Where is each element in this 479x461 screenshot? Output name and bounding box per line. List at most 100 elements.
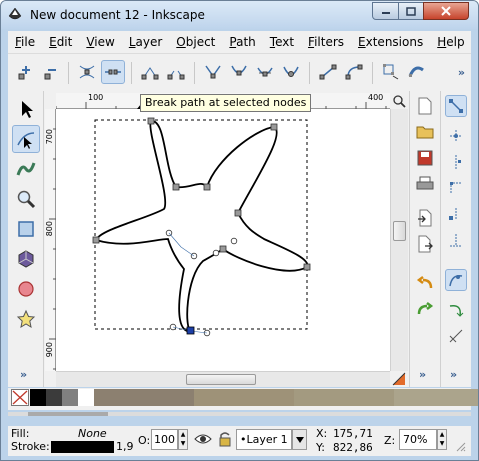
snap-cusp-button[interactable] — [445, 269, 467, 291]
redo-button[interactable] — [414, 299, 436, 321]
stroke-to-path-button[interactable] — [405, 60, 429, 84]
snap-smooth-button[interactable] — [445, 299, 467, 321]
horizontal-scrollbar[interactable] — [56, 371, 390, 387]
vertical-ruler[interactable]: 700 800 900 — [45, 109, 56, 371]
vertical-scroll-thumb[interactable] — [393, 221, 406, 241]
new-document-button[interactable] — [414, 95, 436, 117]
export-button[interactable] — [414, 233, 436, 255]
menu-file[interactable]: File — [8, 35, 42, 49]
color-swatch[interactable] — [294, 389, 394, 406]
maximize-button[interactable] — [398, 2, 424, 20]
undo-button[interactable] — [414, 273, 436, 295]
join-segment-button[interactable] — [138, 60, 162, 84]
title-bar[interactable]: New document 12 - Inkscape — [1, 1, 478, 29]
segment-line-icon — [318, 62, 338, 82]
eye-icon[interactable] — [194, 432, 212, 446]
menu-filters[interactable]: Filters — [301, 35, 351, 49]
segment-curve-button[interactable] — [342, 60, 366, 84]
insert-node-button[interactable] — [12, 60, 36, 84]
color-swatch[interactable] — [394, 389, 479, 406]
menu-layer[interactable]: Layer — [122, 35, 169, 49]
zoom-corner-button[interactable] — [390, 93, 408, 109]
zoom-tool[interactable] — [12, 185, 40, 213]
layer-dropdown-arrow[interactable] — [292, 429, 307, 450]
color-swatch[interactable] — [94, 389, 194, 406]
path-nodes[interactable] — [93, 118, 310, 270]
close-button[interactable] — [423, 2, 469, 20]
palette-scrollbar[interactable] — [8, 406, 471, 410]
ruler-label: 800 — [45, 221, 54, 236]
3d-box-tool[interactable] — [12, 245, 40, 273]
menu-object[interactable]: Object — [169, 35, 222, 49]
auto-smooth-node-button[interactable] — [279, 60, 303, 84]
fill-indicator[interactable]: None — [78, 427, 107, 440]
segment-line-button[interactable] — [316, 60, 340, 84]
segment-curve-icon — [344, 62, 364, 82]
opacity-spinner[interactable]: ▲▼ — [178, 429, 188, 450]
delete-node-icon — [40, 62, 60, 82]
symmetric-node-button[interactable] — [253, 60, 277, 84]
vertical-scrollbar[interactable] — [390, 109, 408, 371]
print-button[interactable] — [414, 173, 436, 195]
ellipse-tool[interactable] — [12, 275, 40, 303]
selector-tool[interactable] — [12, 95, 40, 123]
auto-smooth-node-icon — [281, 62, 301, 82]
open-button[interactable] — [414, 121, 436, 143]
layer-dropdown[interactable]: •Layer 1 — [236, 429, 292, 450]
color-manage-icon — [392, 372, 406, 386]
menu-edit[interactable]: Edit — [42, 35, 79, 49]
ruler-label: 900 — [45, 342, 54, 357]
rectangle-tool[interactable] — [12, 215, 40, 243]
snap-bbox-edge-button[interactable] — [445, 151, 467, 173]
object-to-path-button[interactable] — [379, 60, 403, 84]
symmetric-node-icon — [255, 62, 275, 82]
stroke-indicator[interactable] — [51, 441, 114, 453]
zoom-input[interactable]: 70% — [399, 429, 437, 450]
horizontal-scroll-thumb[interactable] — [186, 374, 256, 385]
smooth-node-button[interactable] — [227, 60, 251, 84]
menu-view[interactable]: View — [79, 35, 121, 49]
lock-icon[interactable] — [218, 431, 232, 447]
stroke-width-value[interactable]: 1,9 — [116, 440, 134, 453]
delete-node-button[interactable] — [38, 60, 62, 84]
save-button[interactable] — [414, 147, 436, 169]
commands-overflow-button[interactable]: » — [419, 368, 426, 381]
snap-node-button[interactable] — [445, 203, 467, 225]
cusp-node-button[interactable] — [201, 60, 225, 84]
swatch-none[interactable] — [11, 389, 29, 406]
minimize-button[interactable] — [372, 2, 399, 20]
snap-guide-button[interactable] — [445, 325, 467, 347]
snap-path-button[interactable] — [445, 229, 467, 251]
menu-path[interactable]: Path — [222, 35, 262, 49]
menu-help[interactable]: Help — [430, 35, 471, 49]
snap-toggle-button[interactable] — [445, 95, 467, 117]
color-swatch[interactable] — [62, 389, 78, 406]
snap-bbox-button[interactable] — [445, 125, 467, 147]
snap-bbox-corner-button[interactable] — [445, 177, 467, 199]
node-editor-tool[interactable] — [12, 125, 40, 153]
opacity-input[interactable]: 100 — [151, 429, 178, 450]
menu-extensions[interactable]: Extensions — [351, 35, 430, 49]
toolbar-overflow-button[interactable]: » — [458, 66, 465, 79]
color-swatch[interactable] — [78, 389, 94, 406]
snap-overflow-button[interactable]: » — [450, 368, 457, 381]
canvas-drawing — [56, 109, 390, 371]
drawing-canvas[interactable] — [56, 109, 390, 371]
color-swatch[interactable] — [194, 389, 294, 406]
break-path-button[interactable] — [101, 60, 125, 84]
color-manage-button[interactable] — [390, 371, 408, 387]
zoom-spinner[interactable]: ▲▼ — [437, 429, 447, 450]
color-swatch[interactable] — [46, 389, 62, 406]
tweak-tool[interactable] — [12, 155, 40, 183]
star-tool[interactable] — [12, 305, 40, 333]
menu-text[interactable]: Text — [263, 35, 301, 49]
stroke-to-path-icon — [407, 62, 427, 82]
import-button[interactable] — [414, 207, 436, 229]
delete-segment-button[interactable] — [164, 60, 188, 84]
join-nodes-button[interactable] — [75, 60, 99, 84]
color-swatch[interactable] — [30, 389, 46, 406]
new-document-icon — [417, 97, 433, 115]
toolbox-overflow-button[interactable]: » — [20, 368, 27, 381]
selected-node[interactable] — [187, 327, 194, 334]
resize-grip-icon[interactable] — [454, 440, 466, 452]
